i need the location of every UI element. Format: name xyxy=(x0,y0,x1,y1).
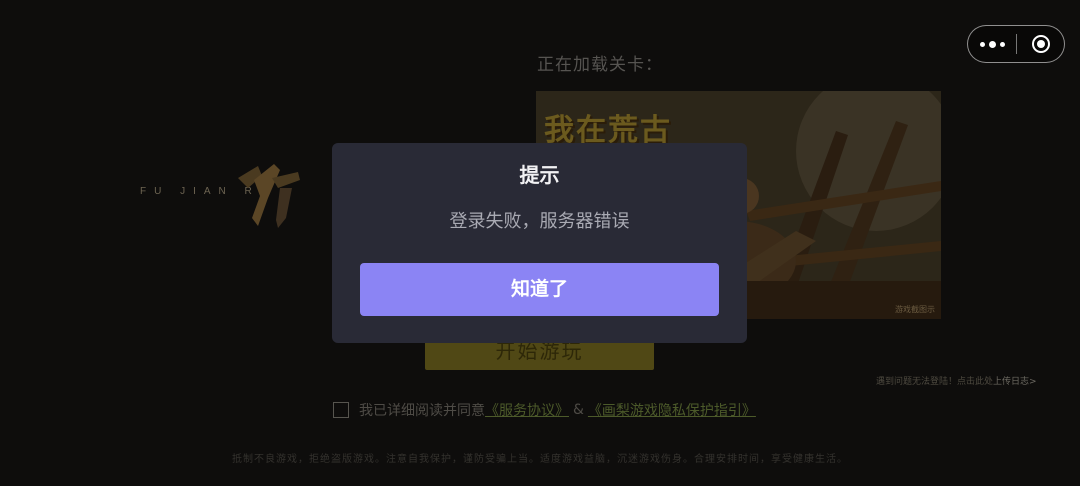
dialog-confirm-button[interactable]: 知道了 xyxy=(360,263,719,316)
close-target-icon[interactable] xyxy=(1017,26,1064,62)
agreement-row: 我已详细阅读并同意 《服务协议》 & 《画梨游戏隐私保护指引》 xyxy=(333,400,756,420)
dialog-message: 登录失败，服务器错误 xyxy=(449,211,630,232)
health-gaming-notice: 抵制不良游戏，拒绝盗版游戏。注意自我保护，谨防受骗上当。适度游戏益脑，沉迷游戏伤… xyxy=(232,454,848,465)
agreement-prefix: 我已详细阅读并同意 xyxy=(359,403,485,419)
service-agreement-link[interactable]: 《服务协议》 xyxy=(485,400,569,420)
miniprogram-capsule xyxy=(967,25,1065,63)
loading-level-label: 正在加载关卡： xyxy=(537,55,663,75)
banner-tag: 游戏截图示 xyxy=(895,305,935,314)
game-logo-icon xyxy=(238,164,300,228)
privacy-policy-link[interactable]: 《画梨游戏隐私保护指引》 xyxy=(588,400,756,420)
dialog-title: 提示 xyxy=(519,163,560,187)
feedback-text: 遇到问题无法登陆！点击此处 xyxy=(876,377,994,387)
more-dots-icon[interactable] xyxy=(968,26,1016,62)
upload-log-link[interactable]: 遇到问题无法登陆！点击此处上传日志> xyxy=(876,374,1037,387)
agreement-amp: & xyxy=(573,402,584,418)
feedback-highlight[interactable]: 上传日志> xyxy=(993,377,1037,387)
error-dialog: 提示 登录失败，服务器错误 知道了 xyxy=(332,143,747,343)
agreement-checkbox[interactable] xyxy=(333,402,349,418)
